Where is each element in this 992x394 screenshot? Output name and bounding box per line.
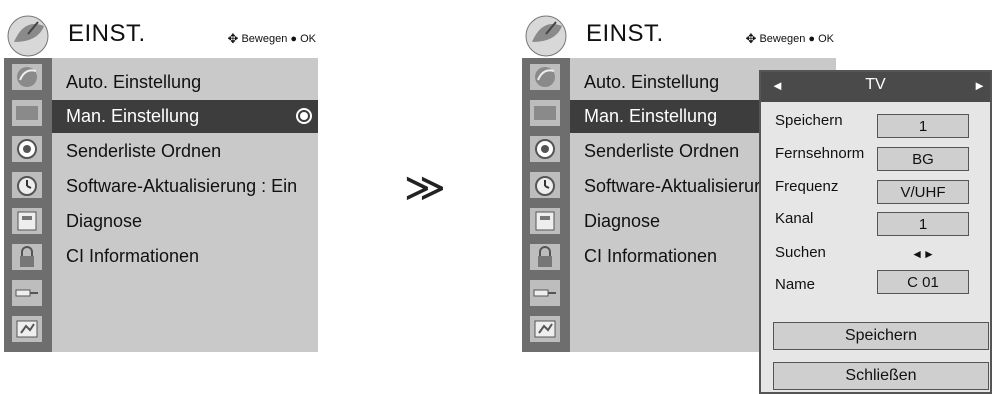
hint-move-label: Bewegen — [759, 33, 806, 45]
menu-item-label: Man. Einstellung — [66, 106, 200, 126]
menu-item-label: Senderliste Ordnen — [584, 141, 740, 161]
tv-picture-icon[interactable] — [10, 98, 44, 128]
menu-item-label: Diagnose — [66, 211, 143, 231]
kanal-label: Kanal — [775, 210, 814, 227]
menu-header: EINST. ✥ Bewegen ● OK — [522, 10, 836, 58]
selected-indicator-icon — [298, 110, 310, 122]
next-arrow-icon[interactable]: ► — [973, 78, 986, 93]
menu-header: EINST. ✥ Bewegen ● OK — [4, 10, 318, 58]
frequenz-field[interactable]: V/UHF — [877, 180, 969, 204]
category-icon-column — [522, 58, 570, 352]
move-arrows-icon: ✥ — [227, 31, 239, 46]
ok-dot-icon: ● — [290, 33, 298, 45]
category-icon-column — [4, 58, 52, 352]
menu-item-label: Software-Aktualisierung : Ein — [66, 176, 298, 196]
speaker-icon[interactable] — [528, 134, 562, 164]
hint-ok-label: OK — [818, 33, 834, 45]
usb-icon[interactable] — [10, 314, 44, 344]
input-icon[interactable] — [10, 278, 44, 308]
menu-item-ci-informationen[interactable]: CI Informationen — [52, 240, 318, 273]
speichern-field[interactable]: 1 — [877, 114, 969, 138]
name-field[interactable]: C 01 — [877, 270, 969, 294]
satellite-dish-icon — [525, 15, 567, 57]
navigation-hint: ✥ Bewegen ● OK — [227, 31, 316, 47]
menu-item-label: Auto. Einstellung — [66, 72, 202, 92]
name-label: Name — [775, 276, 816, 293]
menu-item-senderliste-ordnen[interactable]: Senderliste Ordnen — [52, 135, 318, 168]
input-icon[interactable] — [528, 278, 562, 308]
menu-panel: Auto. Einstellung Man. Einstellung Sende… — [52, 58, 318, 352]
menu-item-label: Auto. Einstellung — [584, 72, 720, 92]
search-arrows-icon[interactable]: ◄► — [877, 247, 969, 261]
fernsehnorm-field[interactable]: BG — [877, 147, 969, 171]
lock-icon[interactable] — [10, 242, 44, 272]
menu-item-man-einstellung[interactable]: Man. Einstellung — [52, 100, 318, 133]
dialog-header: ◄ TV ► — [761, 72, 990, 102]
menu-title: EINST. — [68, 20, 146, 47]
menu-item-auto-einstellung[interactable]: Auto. Einstellung — [52, 66, 318, 99]
option-icon[interactable] — [10, 206, 44, 236]
kanal-field[interactable]: 1 — [877, 212, 969, 236]
schliessen-button[interactable]: Schließen — [773, 362, 989, 390]
frequenz-label: Frequenz — [775, 178, 839, 195]
menu-item-label: Diagnose — [584, 211, 661, 231]
speichern-button[interactable]: Speichern — [773, 322, 989, 350]
dialog-title: TV — [865, 76, 886, 93]
menu-item-label: CI Informationen — [584, 246, 718, 266]
satellite-dish-icon — [7, 15, 49, 57]
transition-arrow-icon: ≫ — [404, 166, 446, 210]
clock-icon[interactable] — [10, 170, 44, 200]
clock-icon[interactable] — [528, 170, 562, 200]
menu-title: EINST. — [586, 20, 664, 47]
navigation-hint: ✥ Bewegen ● OK — [745, 31, 834, 47]
manual-tuning-dialog: ◄ TV ► Speichern 1 Fernsehnorm BG Freque… — [759, 70, 992, 394]
suchen-label: Suchen — [775, 244, 826, 261]
lock-icon[interactable] — [528, 242, 562, 272]
menu-item-label: Senderliste Ordnen — [66, 141, 222, 161]
satellite-icon[interactable] — [10, 62, 44, 92]
speichern-label: Speichern — [775, 112, 843, 129]
fernsehnorm-label: Fernsehnorm — [775, 145, 865, 162]
ok-dot-icon: ● — [808, 33, 816, 45]
menu-item-label: Man. Einstellung — [584, 106, 718, 126]
satellite-icon[interactable] — [528, 62, 562, 92]
tv-picture-icon[interactable] — [528, 98, 562, 128]
option-icon[interactable] — [528, 206, 562, 236]
hint-ok-label: OK — [300, 33, 316, 45]
menu-item-label: CI Informationen — [66, 246, 200, 266]
hint-move-label: Bewegen — [241, 33, 288, 45]
move-arrows-icon: ✥ — [745, 31, 757, 46]
menu-item-software-aktualisierung[interactable]: Software-Aktualisierung : Ein — [52, 170, 318, 203]
speaker-icon[interactable] — [10, 134, 44, 164]
settings-menu-left: EINST. ✥ Bewegen ● OK Auto. Einstellung … — [0, 10, 318, 352]
menu-item-diagnose[interactable]: Diagnose — [52, 205, 318, 238]
menu-item-label: Software-Aktualisierur — [584, 176, 761, 196]
usb-icon[interactable] — [528, 314, 562, 344]
